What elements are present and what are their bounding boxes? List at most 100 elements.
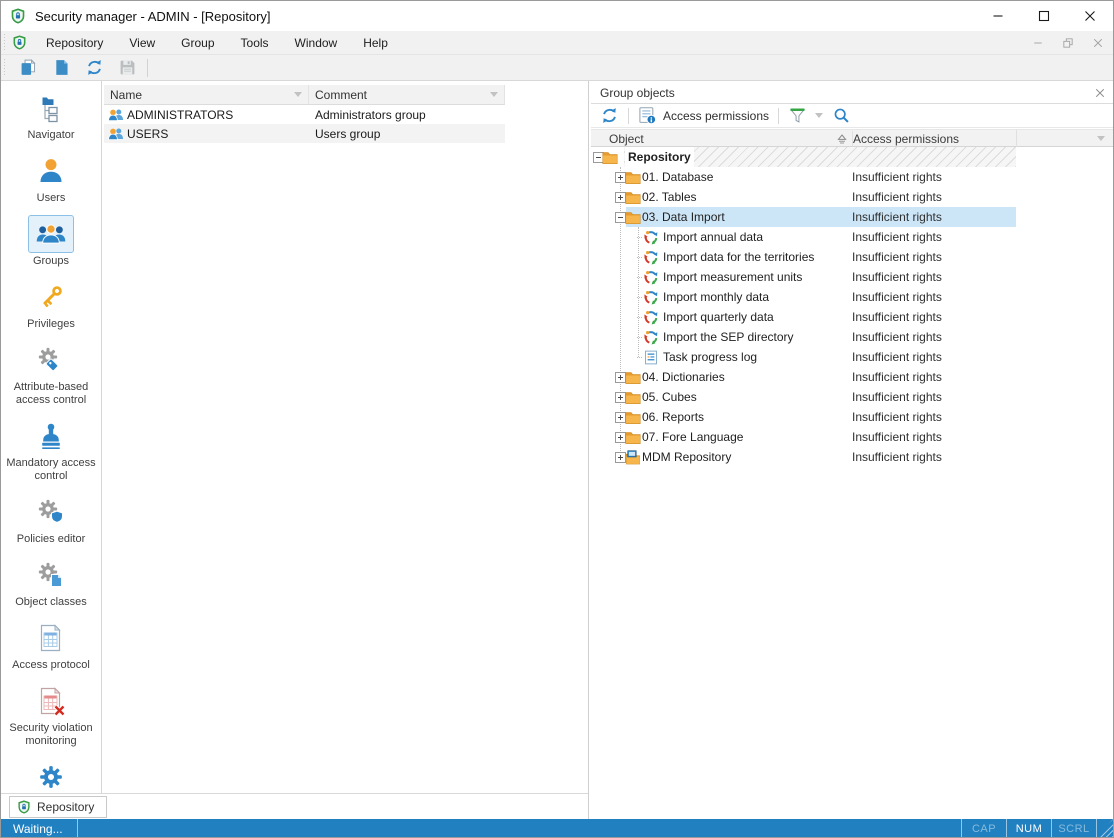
list-row-administrators[interactable]: ADMINISTRATORS Administrators group [104, 105, 505, 124]
access-permission-value: Insufficient rights [852, 230, 942, 244]
status-separator [76, 819, 78, 837]
list-row-users[interactable]: USERS Users group [104, 124, 505, 143]
resize-grip[interactable] [1097, 819, 1113, 837]
menu-item-tools[interactable]: Tools [228, 31, 282, 54]
sidebar-item-privileges[interactable]: Privileges [1, 278, 101, 331]
tree-node-label: Import quarterly data [663, 310, 774, 324]
close-icon [1095, 88, 1105, 98]
sidebar-item-attribute-based-access-control[interactable]: Attribute-based access control [1, 341, 101, 407]
copy-icon [19, 58, 38, 77]
minimize-button[interactable] [975, 1, 1021, 31]
tree-row-import-data-for-the-territories[interactable]: Import data for the territories Insuffici… [591, 247, 1113, 267]
close-icon [1084, 10, 1096, 22]
attribute-access-icon [36, 345, 66, 375]
status-indicator-scrl: SCRL [1058, 822, 1090, 835]
import-icon [643, 270, 659, 285]
tree-row-05-cubes[interactable]: 05. Cubes Insufficient rights [591, 387, 1113, 407]
column-header-name[interactable]: Name [104, 85, 309, 105]
sidebar-item-access-protocol[interactable]: Access protocol [1, 619, 101, 672]
access-permissions-label: Access permissions [663, 108, 770, 123]
folder-icon [625, 430, 641, 445]
tree-row-06-reports[interactable]: 06. Reports Insufficient rights [591, 407, 1113, 427]
status-indicators: CAP NUM SCRL [961, 819, 1113, 837]
tree-row-import-quarterly-data[interactable]: Import quarterly data Insufficient rights [591, 307, 1113, 327]
tree-row-07-fore-language[interactable]: 07. Fore Language Insufficient rights [591, 427, 1113, 447]
tree-row-03-data-import[interactable]: 03. Data Import Insufficient rights [591, 207, 1113, 227]
mdi-restore-icon [1063, 38, 1073, 48]
sidebar-item-object-classes[interactable]: Object classes [1, 556, 101, 609]
page-button[interactable] [47, 56, 75, 80]
access-permission-value: Insufficient rights [852, 350, 942, 364]
menu-item-repository[interactable]: Repository [33, 31, 116, 54]
import-icon [643, 330, 659, 345]
tree-node-label: Repository [625, 147, 694, 167]
tree-row-import-monthly-data[interactable]: Import monthly data Insufficient rights [591, 287, 1113, 307]
tree-node-label: Import annual data [663, 230, 764, 244]
access-permission-value: Insufficient rights [852, 170, 942, 184]
panel-close-button[interactable] [1092, 85, 1108, 101]
sidebar-item-label: Security violation monitoring [9, 722, 93, 747]
menu-item-view[interactable]: View [116, 31, 168, 54]
tree-row-import-annual-data[interactable]: Import annual data Insufficient rights [591, 227, 1113, 247]
access-permission-value: Insufficient rights [852, 290, 942, 304]
tree-row-04-dictionaries[interactable]: 04. Dictionaries Insufficient rights [591, 367, 1113, 387]
refresh-button[interactable] [80, 56, 108, 80]
access-permission-value: Insufficient rights [852, 390, 942, 404]
access-permission-value: Insufficient rights [852, 450, 942, 464]
tree-row-task-progress-log[interactable]: Task progress log Insufficient rights [591, 347, 1113, 367]
column-header-access[interactable]: Access permissions [852, 131, 959, 147]
menubar-grip[interactable] [2, 33, 7, 52]
sidebar-item-security-violation-monitoring[interactable]: Security violation monitoring [1, 682, 101, 748]
mdi-restore-button[interactable] [1053, 31, 1083, 54]
access-permissions-button[interactable]: Access permissions [633, 104, 774, 127]
tree-row-01-database[interactable]: 01. Database Insufficient rights [591, 167, 1113, 187]
tab-shield-icon [17, 800, 31, 814]
mdi-close-button[interactable] [1083, 31, 1113, 54]
toolbar-buttons [9, 56, 141, 80]
copy-button[interactable] [14, 56, 42, 80]
sidebar-item-service[interactable]: Service [1, 758, 101, 793]
menu-item-help[interactable]: Help [350, 31, 401, 54]
toolbar-separator [778, 107, 780, 124]
tree-row-import-measurement-units[interactable]: Import measurement units Insufficient rig… [591, 267, 1113, 287]
tree-row-repository[interactable]: Repository [591, 147, 1113, 167]
chevron-down-icon [815, 113, 824, 118]
sidebar-item-label: Mandatory access control [6, 457, 96, 482]
tree-row-import-the-sep-directory[interactable]: Import the SEP directory Insufficient rig… [591, 327, 1113, 347]
title-bar[interactable]: Security manager - ADMIN - [Repository] [1, 1, 1113, 31]
import-icon [643, 230, 659, 245]
tree-node-label: Import measurement units [663, 270, 803, 284]
import-icon [643, 290, 659, 305]
security-violation-icon [36, 686, 66, 716]
close-button[interactable] [1067, 1, 1113, 31]
sidebar-item-policies-editor[interactable]: Policies editor [1, 493, 101, 546]
column-header-object[interactable]: Object [609, 131, 644, 147]
sidebar-item-label: Policies editor [16, 533, 86, 545]
sidebar-item-users[interactable]: Users [1, 152, 101, 205]
filter-button[interactable] [783, 104, 828, 127]
sidebar-item-navigator[interactable]: Navigator [1, 89, 101, 142]
tree-row-02-tables[interactable]: 02. Tables Insufficient rights [591, 187, 1113, 207]
tree-node-label: 02. Tables [642, 190, 697, 204]
tree-connector [637, 337, 642, 338]
tab-repository[interactable]: Repository [9, 796, 108, 818]
mdi-minimize-button[interactable] [1023, 31, 1053, 54]
tree-row-mdm-repository[interactable]: MDM Repository Insufficient rights [591, 447, 1113, 467]
save-button[interactable] [113, 56, 141, 80]
menu-item-window[interactable]: Window [282, 31, 351, 54]
tree-connector [637, 257, 642, 258]
refresh-button[interactable] [595, 104, 624, 127]
chevron-down-icon[interactable] [1097, 136, 1105, 141]
sidebar-item-mandatory-access-control[interactable]: Mandatory access control [1, 417, 101, 483]
access-protocol-icon [36, 623, 66, 653]
toolbar-grip[interactable] [2, 58, 7, 77]
objects-tree: Repository 01. Database Insufficient right… [591, 147, 1113, 819]
sidebar-item-groups[interactable]: Groups [1, 215, 101, 268]
tree-node-label: Task progress log [663, 350, 758, 364]
tree-node-label: Import the SEP directory [663, 330, 794, 344]
service-icon [36, 762, 66, 792]
column-header-comment[interactable]: Comment [309, 85, 505, 105]
search-button[interactable] [828, 105, 855, 126]
menu-item-group[interactable]: Group [168, 31, 227, 54]
maximize-button[interactable] [1021, 1, 1067, 31]
